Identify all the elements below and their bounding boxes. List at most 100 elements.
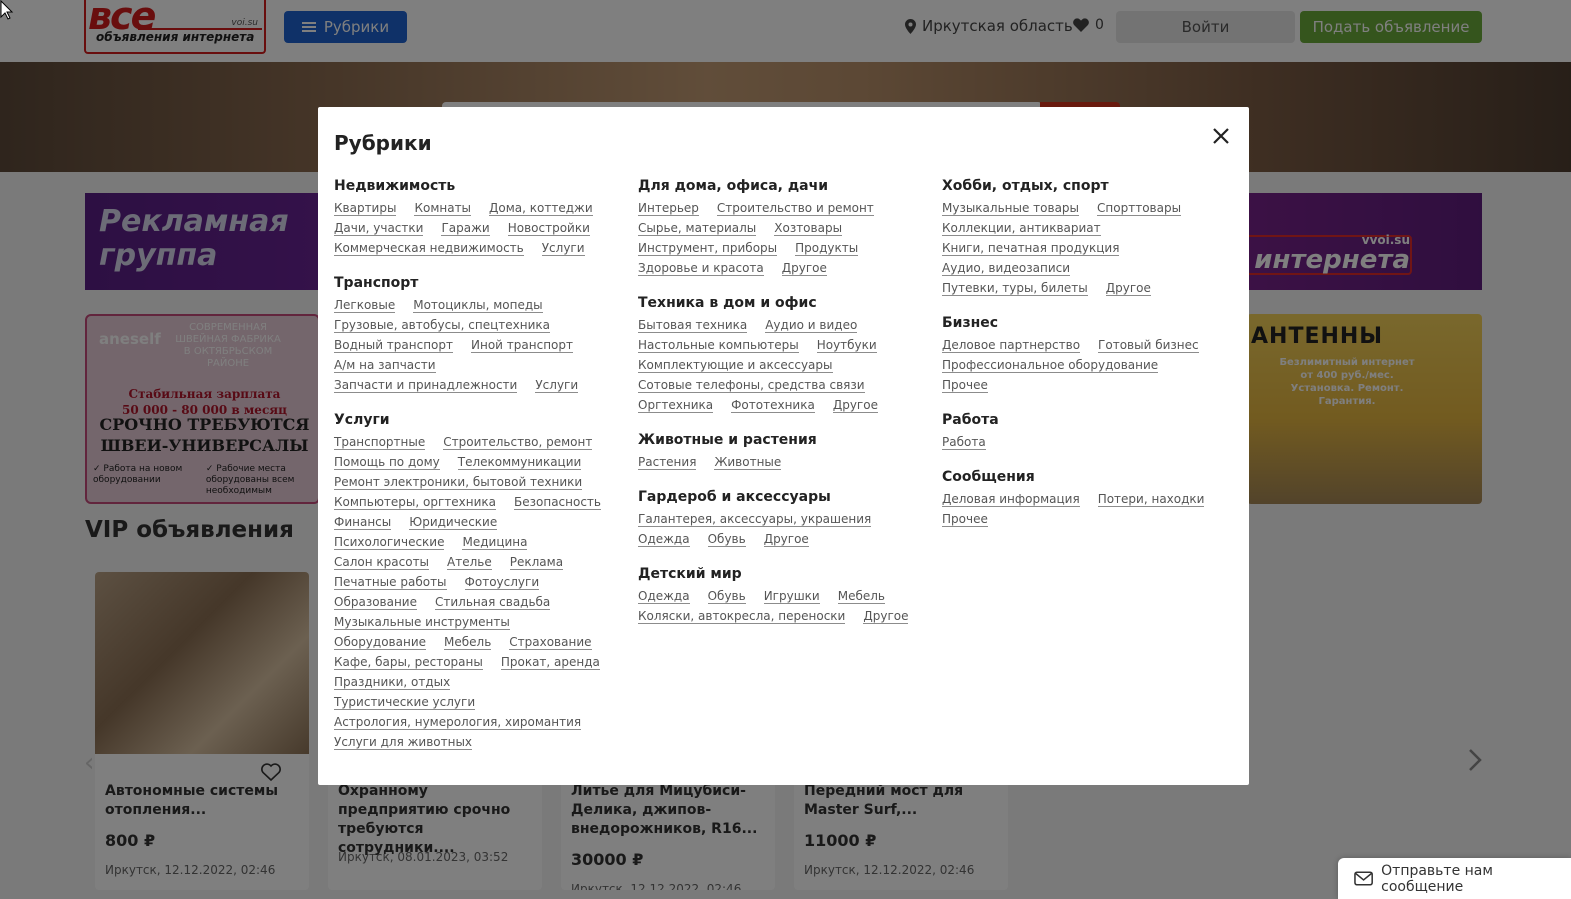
subcategory-link[interactable]: Интерьер (638, 198, 699, 218)
subcategory-link[interactable]: Комплектующие и аксессуары (638, 355, 833, 375)
subcategory-link[interactable]: Услуги для животных (334, 732, 473, 752)
subcategory-link[interactable]: Дома, коттеджи (489, 198, 593, 218)
subcategory-link[interactable]: Помощь по дому (334, 452, 440, 472)
subcategory-link[interactable]: Мебель (444, 632, 492, 652)
close-icon[interactable] (1208, 123, 1234, 149)
subcategory-link[interactable]: Одежда (638, 586, 690, 606)
subcategory-link[interactable]: Прокат, аренда (500, 652, 600, 672)
subcategory-link[interactable]: Квартиры (334, 198, 397, 218)
subcategory-link[interactable]: Образование (334, 592, 417, 612)
subcategory-link[interactable]: А/м на запчасти (334, 355, 436, 375)
subcategory-link[interactable]: Сотовые телефоны, средства связи (638, 375, 865, 395)
subcategory-link[interactable]: Коллекции, антиквариат (942, 218, 1101, 238)
subcategory-link[interactable]: Услуги (541, 238, 585, 258)
subcategory-link[interactable]: Настольные компьютеры (638, 335, 799, 355)
subcategory-link[interactable]: Другое (863, 606, 909, 626)
subcategory-link[interactable]: Деловая информация (942, 489, 1080, 509)
subcategory-link[interactable]: Галантерея, аксессуары, украшения (638, 509, 872, 529)
subcategory-link[interactable]: Прочее (942, 509, 988, 529)
subcategory-link[interactable]: Грузовые, автобусы, спецтехника (334, 315, 550, 335)
subcategory-link-label: Одежда (638, 589, 690, 604)
subcategory-link[interactable]: Профессиональное оборудование (942, 355, 1159, 375)
subcategory-link[interactable]: Гаражи (441, 218, 490, 238)
subcategory-link[interactable]: Фотоуслуги (464, 572, 540, 592)
subcategory-link[interactable]: Хозтовары (774, 218, 843, 238)
subcategory-link[interactable]: Путевки, туры, билеты (942, 278, 1088, 298)
subcategory-link[interactable]: Бытовая техника (638, 315, 748, 335)
subcategory-link[interactable]: Оргтехника (638, 395, 714, 415)
subcategory-link[interactable]: Психологические (334, 532, 445, 552)
subcategory-link[interactable]: Аудио и видео (765, 315, 858, 335)
mail-icon (1354, 871, 1373, 886)
category-group: Гардероб и аксессуары Галантерея, аксессу… (638, 488, 942, 549)
subcategory-link[interactable]: Дачи, участки (334, 218, 424, 238)
subcategory-link[interactable]: Новостройки (507, 218, 590, 238)
subcategory-link-label: Путевки, туры, билеты (942, 281, 1088, 296)
subcategory-link[interactable]: Растения (638, 452, 697, 472)
subcategory-link[interactable]: Праздники, отдых (334, 672, 451, 692)
subcategory-list: Квартиры Комнаты Дома, коттеджи Дачи, участ… (334, 198, 624, 258)
subcategory-link[interactable]: Иной транспорт (471, 335, 573, 355)
subcategory-link[interactable]: Коляски, автокресла, переноски (638, 606, 846, 626)
subcategory-link[interactable]: Юридические (409, 512, 498, 532)
subcategory-link[interactable]: Легковые (334, 295, 396, 315)
subcategory-link[interactable]: Безопасность (514, 492, 601, 512)
subcategory-link[interactable]: Строительство и ремонт (716, 198, 874, 218)
subcategory-link[interactable]: Строительство, ремонт (443, 432, 593, 452)
subcategory-link[interactable]: Ремонт электроники, бытовой техники (334, 472, 583, 492)
subcategory-link[interactable]: Животные (714, 452, 782, 472)
subcategory-link[interactable]: Потери, находки (1097, 489, 1205, 509)
subcategory-link[interactable]: Другое (781, 258, 827, 278)
subcategory-link[interactable]: Другое (763, 529, 809, 549)
subcategory-link[interactable]: Телекоммуникации (457, 452, 582, 472)
subcategory-link[interactable]: Другое (1105, 278, 1151, 298)
subcategory-link[interactable]: Услуги (535, 375, 579, 395)
subcategory-link[interactable]: Коммерческая недвижимость (334, 238, 524, 258)
subcategory-link[interactable]: Книги, печатная продукция (942, 238, 1120, 258)
subcategory-link[interactable]: Аудио, видеозаписи (942, 258, 1071, 278)
subcategory-link[interactable]: Водный транспорт (334, 335, 454, 355)
subcategory-link[interactable]: Туристические услуги (334, 692, 476, 712)
subcategory-link[interactable]: Салон красоты (334, 552, 430, 572)
send-message-widget[interactable]: Отправьте нам сообщение (1338, 858, 1571, 899)
subcategory-link[interactable]: Прочее (942, 375, 988, 395)
subcategory-link[interactable]: Обувь (707, 529, 746, 549)
subcategory-link[interactable]: Транспортные (334, 432, 426, 452)
subcategory-link[interactable]: Инструмент, приборы (638, 238, 778, 258)
subcategory-link[interactable]: Продукты (795, 238, 859, 258)
subcategory-link[interactable]: Оборудование (334, 632, 426, 652)
subcategory-link[interactable]: Работа (942, 432, 986, 452)
subcategory-link[interactable]: Финансы (334, 512, 392, 532)
subcategory-link[interactable]: Готовый бизнес (1098, 335, 1199, 355)
subcategory-link-label: Стильная свадьба (435, 595, 551, 610)
subcategory-link[interactable]: Сырье, материалы (638, 218, 757, 238)
subcategory-link[interactable]: Ноутбуки (816, 335, 877, 355)
subcategory-link-label: Сотовые телефоны, средства связи (638, 378, 865, 393)
subcategory-link[interactable]: Музыкальные товары (942, 198, 1080, 218)
subcategory-link[interactable]: Фототехника (731, 395, 815, 415)
subcategory-link[interactable]: Страхование (509, 632, 592, 652)
subcategory-link[interactable]: Одежда (638, 529, 690, 549)
subcategory-link[interactable]: Мотоциклы, мопеды (413, 295, 543, 315)
subcategory-link[interactable]: Обувь (707, 586, 746, 606)
subcategory-link-label: Прочее (942, 512, 988, 527)
subcategory-link[interactable]: Медицина (462, 532, 528, 552)
subcategory-link[interactable]: Астрология, нумерология, хиромантия (334, 712, 582, 732)
subcategory-link-label: Мотоциклы, мопеды (413, 298, 543, 313)
subcategory-link[interactable]: Стильная свадьба (435, 592, 551, 612)
subcategory-link[interactable]: Компьютеры, оргтехника (334, 492, 497, 512)
category-title: Сообщения (942, 469, 1035, 485)
subcategory-link[interactable]: Игрушки (763, 586, 820, 606)
subcategory-link[interactable]: Реклама (509, 552, 564, 572)
subcategory-link[interactable]: Комнаты (414, 198, 472, 218)
subcategory-link[interactable]: Ателье (447, 552, 492, 572)
subcategory-link[interactable]: Другое (832, 395, 878, 415)
subcategory-link[interactable]: Деловое партнерство (942, 335, 1081, 355)
subcategory-link[interactable]: Печатные работы (334, 572, 447, 592)
subcategory-link[interactable]: Спорттовары (1097, 198, 1182, 218)
subcategory-link[interactable]: Кафе, бары, рестораны (334, 652, 483, 672)
subcategory-link[interactable]: Музыкальные инструменты (334, 612, 510, 632)
subcategory-link[interactable]: Мебель (837, 586, 885, 606)
subcategory-link[interactable]: Здоровье и красота (638, 258, 764, 278)
subcategory-link[interactable]: Запчасти и принадлежности (334, 375, 518, 395)
